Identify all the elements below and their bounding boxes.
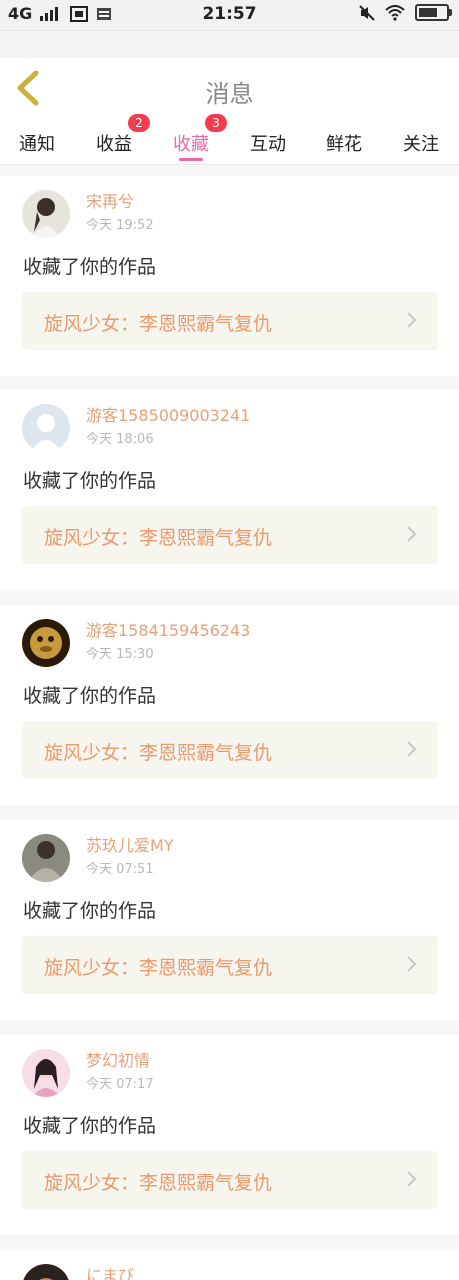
chevron-right-icon (407, 741, 417, 757)
work-link[interactable]: 旋风少女：李恩熙霸气复仇 (22, 1151, 438, 1209)
message-time: 今天 18:06 (86, 432, 154, 447)
work-title: 旋风少女：李恩熙霸气复仇 (44, 313, 273, 335)
avatar[interactable] (22, 1264, 70, 1280)
tab-follows[interactable]: 关注 (403, 130, 439, 156)
chevron-right-icon (407, 312, 417, 328)
message-card: にまび (0, 1250, 459, 1280)
message-text: 收藏了你的作品 (23, 470, 157, 492)
user-name[interactable]: 游客1585009003241 (86, 402, 250, 426)
message-time: 今天 07:17 (86, 1077, 154, 1092)
user-name[interactable]: 梦幻初情 (86, 1047, 150, 1071)
work-title: 旋风少女：李恩熙霸气复仇 (44, 527, 273, 549)
work-title: 旋风少女：李恩熙霸气复仇 (44, 1172, 273, 1194)
chevron-right-icon (407, 526, 417, 542)
message-text: 收藏了你的作品 (23, 900, 157, 922)
tab-notifications[interactable]: 通知 (19, 130, 55, 156)
page-title: 消息 (205, 80, 254, 108)
work-link[interactable]: 旋风少女：李恩熙霸气复仇 (22, 292, 438, 350)
message-card: 苏玖儿爱MY 今天 07:51 收藏了你的作品 旋风少女：李恩熙霸气复仇 (0, 820, 459, 1020)
message-card: 游客1584159456243 今天 15:30 收藏了你的作品 旋风少女：李恩… (0, 605, 459, 805)
unread-badge: 2 (128, 114, 150, 132)
mute-icon (359, 4, 375, 21)
tab-flowers[interactable]: 鲜花 (326, 130, 362, 156)
top-spacer (0, 31, 459, 58)
tab-label: 收藏 (173, 134, 209, 155)
status-bar: 4G 21:57 (0, 0, 459, 31)
work-title: 旋风少女：李恩熙霸气复仇 (44, 742, 273, 764)
message-card: 宋再兮 今天 19:52 收藏了你的作品 旋风少女：李恩熙霸气复仇 (0, 176, 459, 376)
message-text: 收藏了你的作品 (23, 1115, 157, 1137)
message-card: 梦幻初情 今天 07:17 收藏了你的作品 旋风少女：李恩熙霸气复仇 (0, 1035, 459, 1235)
tab-label: 收益 (96, 134, 132, 155)
unread-badge: 3 (205, 114, 227, 132)
work-link[interactable]: 旋风少女：李恩熙霸气复仇 (22, 936, 438, 994)
avatar[interactable] (22, 619, 70, 667)
work-link[interactable]: 旋风少女：李恩熙霸气复仇 (22, 506, 438, 564)
user-name[interactable]: 游客1584159456243 (86, 617, 250, 641)
work-link[interactable]: 旋风少女：李恩熙霸气复仇 (22, 721, 438, 779)
user-name[interactable]: 苏玖儿爱MY (86, 832, 174, 856)
message-text: 收藏了你的作品 (23, 256, 157, 278)
tab-interactions[interactable]: 互动 (250, 130, 286, 156)
chevron-right-icon (407, 1171, 417, 1187)
wifi-icon (385, 4, 405, 21)
tab-label: 鲜花 (326, 134, 362, 155)
avatar[interactable] (22, 834, 70, 882)
message-time: 今天 07:51 (86, 862, 154, 877)
tab-label: 通知 (19, 134, 55, 155)
work-title: 旋风少女：李恩熙霸气复仇 (44, 957, 273, 979)
nav-header: 消息 (0, 58, 459, 120)
message-text: 收藏了你的作品 (23, 685, 157, 707)
chevron-right-icon (407, 956, 417, 972)
avatar[interactable] (22, 1049, 70, 1097)
tab-earnings[interactable]: 收益 2 (96, 114, 150, 156)
avatar[interactable] (22, 190, 70, 238)
tab-bar: 通知 收益 2 收藏 3 互动 鲜花 关注 (0, 114, 459, 165)
default-avatar-icon[interactable] (22, 404, 70, 452)
tab-favorites[interactable]: 收藏 3 (173, 114, 227, 156)
message-card: 游客1585009003241 今天 18:06 收藏了你的作品 旋风少女：李恩… (0, 390, 459, 590)
tab-label: 关注 (403, 134, 439, 155)
active-tab-indicator (179, 158, 203, 161)
message-time: 今天 19:52 (86, 218, 154, 233)
user-name[interactable]: 宋再兮 (86, 188, 134, 212)
status-right (359, 4, 452, 21)
user-name[interactable]: にまび (86, 1262, 134, 1280)
message-time: 今天 15:30 (86, 647, 154, 662)
tab-label: 互动 (250, 134, 286, 155)
battery-icon (415, 4, 452, 21)
